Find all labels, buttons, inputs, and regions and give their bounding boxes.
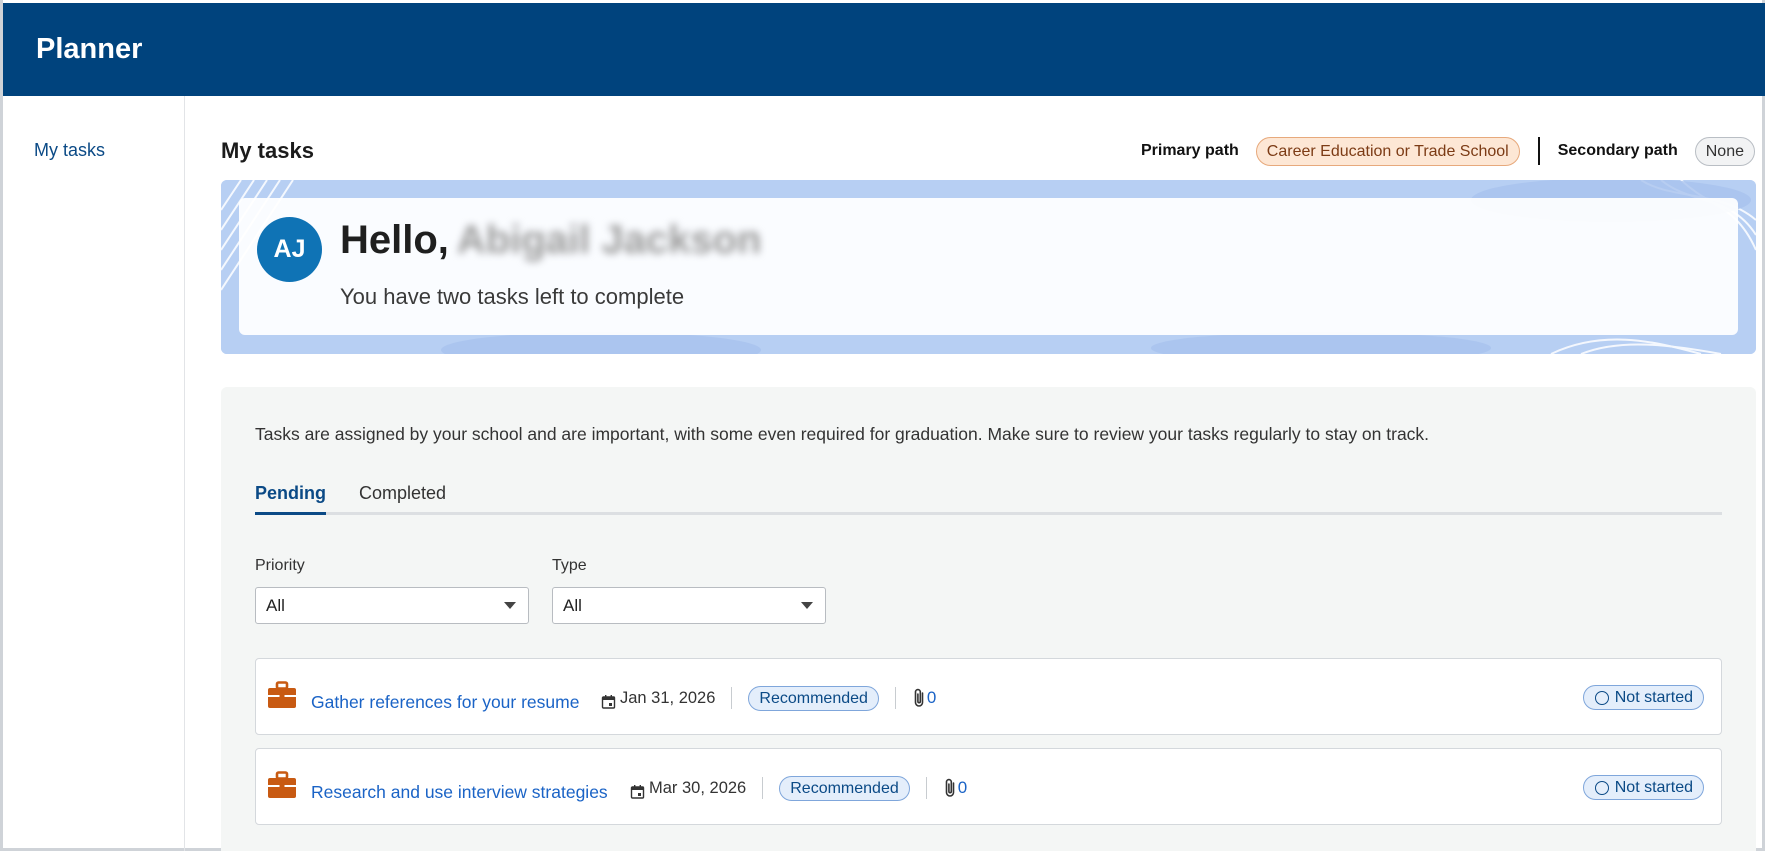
priority-badge: Recommended xyxy=(748,685,879,711)
type-filter-value: All xyxy=(563,596,582,615)
sidebar: My tasks xyxy=(3,96,185,851)
tasks-intro-text: Tasks are assigned by your school and ar… xyxy=(255,424,1430,444)
task-tabs: Pending Completed xyxy=(255,483,1722,515)
task-meta: Mar 30, 2026 Recommended 0 xyxy=(630,775,967,801)
status-badge[interactable]: Not started xyxy=(1582,685,1704,710)
divider xyxy=(762,777,764,799)
task-meta: Jan 31, 2026 Recommended 0 xyxy=(601,685,936,711)
status-label: Not started xyxy=(1614,779,1693,796)
greeting: Hello, Abigail Jackson xyxy=(340,218,761,263)
calendar-icon xyxy=(630,784,645,799)
priority-filter-label: Priority xyxy=(255,557,305,574)
briefcase-icon xyxy=(268,681,296,708)
type-filter-select[interactable]: All xyxy=(552,587,826,624)
paths-divider xyxy=(1537,137,1540,165)
secondary-path-label: Secondary path xyxy=(1557,142,1678,159)
chevron-down-icon xyxy=(504,602,516,609)
task-title-link[interactable]: Research and use interview strategies xyxy=(311,782,608,803)
task-due-date: Mar 30, 2026 xyxy=(649,778,747,797)
app-header: Planner xyxy=(3,3,1765,96)
priority-badge: Recommended xyxy=(779,775,910,801)
briefcase-icon xyxy=(268,771,296,798)
welcome-banner: AJ Hello, Abigail Jackson You have two ta… xyxy=(221,180,1756,354)
avatar: AJ xyxy=(257,217,322,282)
task-due-date: Jan 31, 2026 xyxy=(620,688,716,707)
tab-pending[interactable]: Pending xyxy=(255,483,326,515)
divider xyxy=(894,687,896,709)
primary-path-label: Primary path xyxy=(1140,142,1239,159)
app-title: Planner xyxy=(36,33,143,65)
attachment-count[interactable]: 0 xyxy=(958,778,967,798)
user-name-redacted: Abigail Jackson xyxy=(456,218,762,262)
calendar-icon xyxy=(601,694,616,709)
sidebar-item-my-tasks[interactable]: My tasks xyxy=(34,140,105,161)
type-filter-label: Type xyxy=(552,557,587,574)
primary-path-chip: Career Education or Trade School xyxy=(1255,136,1520,166)
divider xyxy=(925,777,927,799)
tasks-remaining-text: You have two tasks left to complete xyxy=(340,284,685,309)
task-card: Research and use interview strategies Ma… xyxy=(255,748,1722,825)
paperclip-icon xyxy=(945,778,955,797)
chevron-down-icon xyxy=(801,602,813,609)
tab-completed[interactable]: Completed xyxy=(359,483,446,512)
task-card: Gather references for your resume Jan 31… xyxy=(255,658,1722,735)
greeting-text: Hello, xyxy=(340,218,449,262)
task-title-link[interactable]: Gather references for your resume xyxy=(311,692,579,713)
paths-bar: Primary path Career Education or Trade S… xyxy=(1141,136,1755,166)
paperclip-icon xyxy=(914,688,924,707)
priority-filter-value: All xyxy=(266,596,285,615)
secondary-path-chip: None xyxy=(1694,136,1755,166)
tasks-panel: Tasks are assigned by your school and ar… xyxy=(221,387,1756,851)
circle-icon xyxy=(1594,780,1609,795)
attachment-count[interactable]: 0 xyxy=(927,688,936,708)
status-label: Not started xyxy=(1614,689,1693,706)
divider xyxy=(731,687,733,709)
circle-icon xyxy=(1594,690,1609,705)
priority-filter-select[interactable]: All xyxy=(255,587,529,624)
status-badge[interactable]: Not started xyxy=(1582,775,1704,800)
page-title: My tasks xyxy=(221,138,314,163)
welcome-card: AJ Hello, Abigail Jackson You have two ta… xyxy=(239,198,1738,335)
